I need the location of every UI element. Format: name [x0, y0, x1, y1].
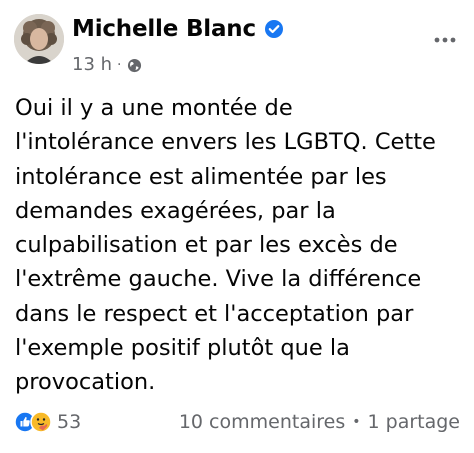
care-icon [30, 411, 52, 433]
post-stats: 10 commentaires • 1 partage [179, 411, 460, 433]
verified-badge-icon [264, 19, 284, 39]
post-time[interactable]: 13 h [72, 54, 112, 75]
meta-separator: · [117, 56, 122, 73]
avatar-image [14, 14, 64, 64]
post-body: Oui il y a une montée de l'intolérance e… [15, 95, 436, 396]
more-options-icon[interactable] [430, 28, 460, 52]
globe-icon[interactable] [127, 57, 142, 73]
facebook-post: Michelle Blanc 13 h · Oui il y a une mon… [0, 0, 474, 453]
author-name[interactable]: Michelle Blanc [72, 16, 256, 42]
post-meta: 13 h · [72, 54, 142, 75]
avatar[interactable] [14, 14, 64, 64]
post-footer: 53 10 commentaires • 1 partage [14, 408, 460, 436]
comments-count[interactable]: 10 commentaires [179, 411, 345, 433]
post-header: Michelle Blanc 13 h · [14, 12, 460, 82]
reaction-count: 53 [57, 411, 82, 433]
stats-separator: • [352, 414, 361, 430]
shares-count[interactable]: 1 partage [368, 411, 461, 433]
author-row: Michelle Blanc [72, 16, 284, 42]
reactions-summary[interactable]: 53 [14, 411, 81, 433]
